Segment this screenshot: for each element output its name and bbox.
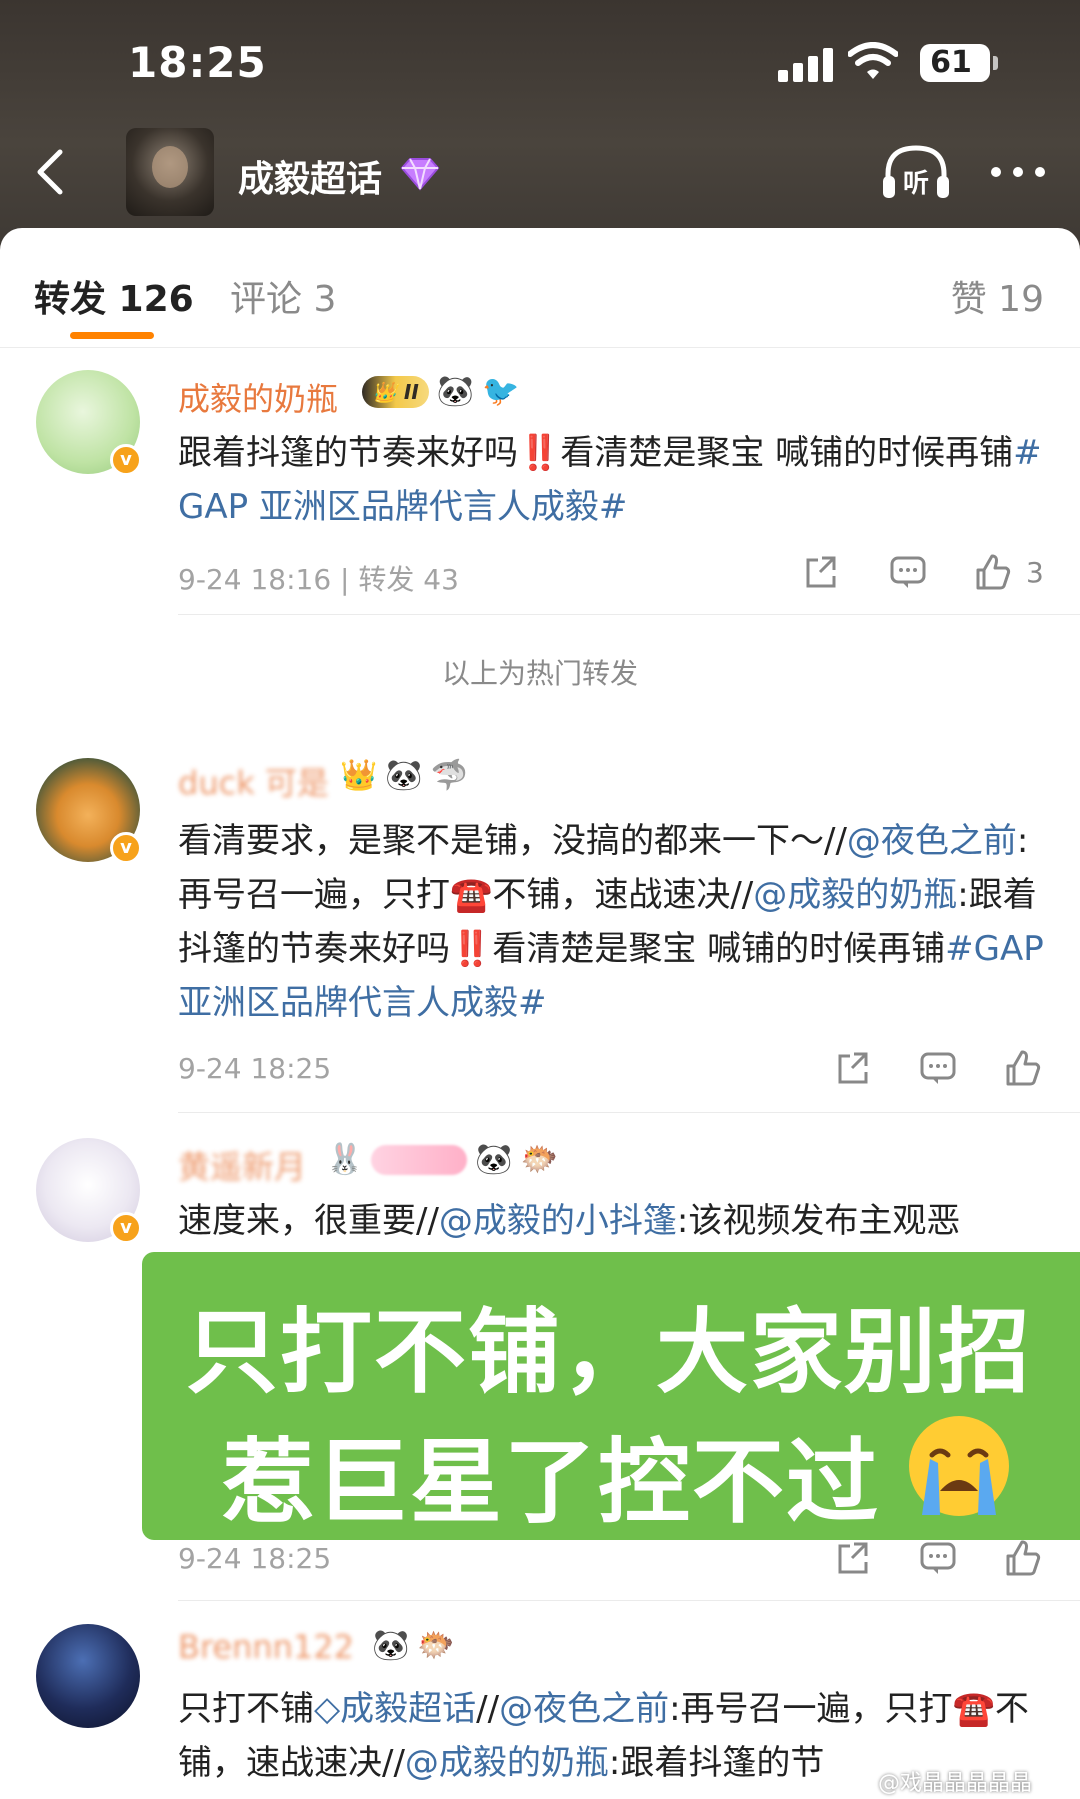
like-icon[interactable] [1002, 1538, 1042, 1578]
like-icon[interactable] [972, 552, 1012, 592]
username[interactable]: 黄遥新月 [178, 1142, 306, 1188]
badge-level: II [403, 380, 419, 404]
comment-icon[interactable] [918, 1538, 958, 1578]
listen-headphone-icon[interactable]: 听 [880, 142, 952, 204]
verified-badge-icon: v [110, 832, 142, 864]
repost-item[interactable]: v duck 可是 👑 🐼 🦈 看清要求，是聚不是铺，没搞的都来一下～//@夜色… [0, 758, 1080, 1098]
post-text: 跟着抖篷的节奏来好吗‼️看清楚是聚宝 喊铺的时候再铺#GAP 亚洲区品牌代言人成… [178, 433, 1042, 527]
battery-level: 61 [930, 45, 972, 80]
post-time: 9-24 18:25 [178, 1542, 332, 1575]
username[interactable]: duck 可是 [178, 758, 329, 804]
battery-tip [993, 56, 998, 70]
user-badges: 👑 🐼 🦈 [340, 758, 468, 794]
divider [178, 1600, 1080, 1601]
mention-link[interactable]: @成毅的奶瓶 [753, 875, 957, 915]
share-icon[interactable] [832, 1048, 872, 1088]
hot-repost-divider: 以上为热门转发 [0, 630, 1080, 722]
shark-icon: 🦈 [430, 758, 469, 793]
panda-icon: 🐼 [475, 1142, 513, 1177]
nav-bar: 成毅超话 听 [0, 120, 1080, 230]
mention-link[interactable]: @成毅的小抖篷 [439, 1201, 677, 1241]
battery-icon: 61 [920, 44, 990, 82]
hot-repost-label: 以上为热门转发 [441, 657, 638, 690]
post-time: 9-24 18:16 [178, 563, 332, 596]
panda-icon: 🐼 [372, 1628, 410, 1663]
like-icon[interactable] [1002, 1048, 1042, 1088]
more-options-icon[interactable] [988, 162, 1048, 182]
verified-badge-icon: v [110, 444, 142, 476]
status-bar: 18:25 61 [0, 0, 1080, 120]
repost-item[interactable]: v 成毅的奶瓶 👑 II 🐼 🐦 跟着抖篷的节奏来好吗‼️看清楚是聚宝 喊铺的时… [0, 370, 1080, 596]
user-badges: 👑 II 🐼 🐦 [362, 374, 519, 410]
post-text: 看清要求，是聚不是铺，没搞的都来一下～//@夜色之前:再号召一遍，只打☎️不铺，… [178, 821, 1044, 1023]
watermark: @戏晶晶晶晶晶 [878, 1771, 1033, 1796]
bunny-icon: 🐰 [326, 1142, 364, 1177]
channel-avatar[interactable] [126, 128, 214, 216]
pufferfish-icon: 🐡 [520, 1142, 559, 1177]
verified-badge-icon: v [110, 1212, 142, 1244]
comment-icon[interactable] [918, 1048, 958, 1088]
mention-link[interactable]: @夜色之前 [847, 821, 1017, 861]
divider [178, 614, 1080, 615]
panda-icon: 🐼 [385, 758, 423, 793]
mention-link[interactable]: @夜色之前 [499, 1689, 669, 1729]
channel-title[interactable]: 成毅超话 [238, 150, 382, 202]
bird-icon: 🐦 [482, 374, 520, 409]
status-time: 18:25 [128, 38, 267, 87]
crown-level-badge: 👑 II [362, 376, 429, 408]
super-topic-link[interactable]: ◇成毅超话 [314, 1689, 476, 1729]
user-badges: 🐰 🐼 🐡 [326, 1142, 558, 1178]
tab-comment[interactable]: 评论 3 [230, 270, 336, 322]
tab-repost[interactable]: 转发 126 [34, 270, 194, 322]
diamond-badge-icon [400, 158, 440, 191]
avatar[interactable]: v [36, 758, 142, 864]
annotation-line-1: 只打不铺，大家别招 [186, 1299, 1033, 1406]
user-badges: 🐼 🐡 [372, 1628, 455, 1664]
level-pill-badge [371, 1145, 468, 1175]
post-meta: 9-24 18:16 | 转发 43 [178, 563, 459, 596]
comment-icon[interactable] [888, 552, 928, 592]
username[interactable]: 成毅的奶瓶 [178, 374, 338, 420]
tab-bar: 转发 126 评论 3 赞 19 [0, 228, 1080, 348]
panda-icon: 🐼 [436, 374, 475, 409]
avatar[interactable]: v [36, 1138, 142, 1244]
share-icon[interactable] [800, 552, 840, 592]
like-count: 3 [1026, 556, 1044, 589]
listen-label: 听 [903, 169, 929, 199]
tab-like[interactable]: 赞 19 [951, 270, 1044, 322]
active-tab-indicator [70, 332, 154, 339]
username[interactable]: Brennn122 [178, 1628, 354, 1666]
avatar[interactable]: v [36, 370, 142, 476]
post-text: 速度来，很重要//@成毅的小抖篷:该视频发布主观恶 [178, 1201, 961, 1241]
crown-badge-icon: 👑 [340, 758, 378, 793]
mention-link[interactable]: @成毅的奶瓶 [405, 1743, 609, 1783]
post-time: 9-24 18:25 [178, 1052, 332, 1085]
back-arrow-icon[interactable] [26, 144, 82, 200]
share-icon[interactable] [832, 1538, 872, 1578]
repost-count: 转发 43 [358, 563, 459, 596]
annotation-line-2: 惹巨星了控不过 [222, 1429, 881, 1536]
divider [178, 1112, 1080, 1113]
wifi-icon [848, 42, 898, 79]
pufferfish-icon: 🐡 [417, 1628, 455, 1663]
signal-icon [778, 48, 834, 82]
crying-face-icon [909, 1416, 1009, 1516]
avatar[interactable] [36, 1624, 140, 1728]
